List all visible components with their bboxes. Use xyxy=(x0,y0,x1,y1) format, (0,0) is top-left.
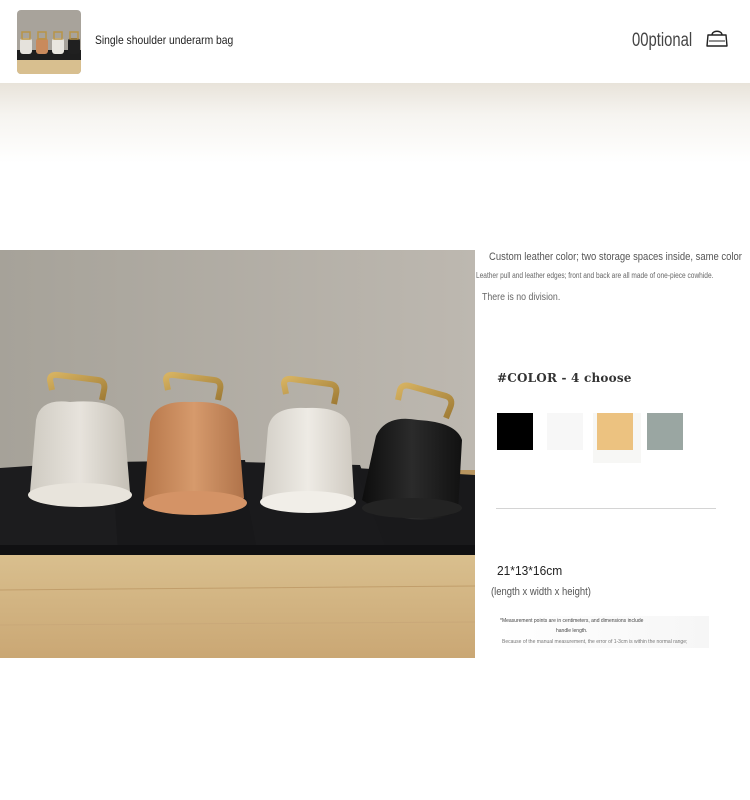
swatch-tan[interactable] xyxy=(597,413,633,450)
measurement-note-3: Because of the manual measurement, the e… xyxy=(502,639,688,645)
header: Single shoulder underarm bag 00ptional xyxy=(0,0,750,83)
color-swatches xyxy=(497,413,697,463)
color-title: #COLOR - 4 choose xyxy=(497,371,632,385)
measurement-note-2: handle length. xyxy=(556,628,588,634)
header-shadow xyxy=(0,83,750,163)
description-line-3: There is no division. xyxy=(482,292,561,303)
size-unit-note: (length x width x height) xyxy=(491,586,591,598)
size-dimensions: 21*13*16cm xyxy=(497,563,563,578)
swatch-grey-green[interactable] xyxy=(647,413,683,450)
divider xyxy=(496,508,716,509)
product-photo xyxy=(0,250,475,658)
description-line-1: Custom leather color; two storage spaces… xyxy=(489,251,742,263)
description-line-2: Leather pull and leather edges; front an… xyxy=(476,271,714,280)
product-thumbnail[interactable] xyxy=(17,10,81,74)
bag-thumbnail-icon xyxy=(17,10,81,74)
swatch-black[interactable] xyxy=(497,413,533,450)
four-bucket-bags-photo xyxy=(0,250,475,658)
shopping-bag-icon[interactable] xyxy=(706,28,728,48)
measurement-note-1: *Measurement points are in centimeters, … xyxy=(500,618,644,624)
swatch-white[interactable] xyxy=(547,413,583,450)
optional-label[interactable]: 00ptional xyxy=(632,30,692,52)
product-title: Single shoulder underarm bag xyxy=(95,33,234,47)
